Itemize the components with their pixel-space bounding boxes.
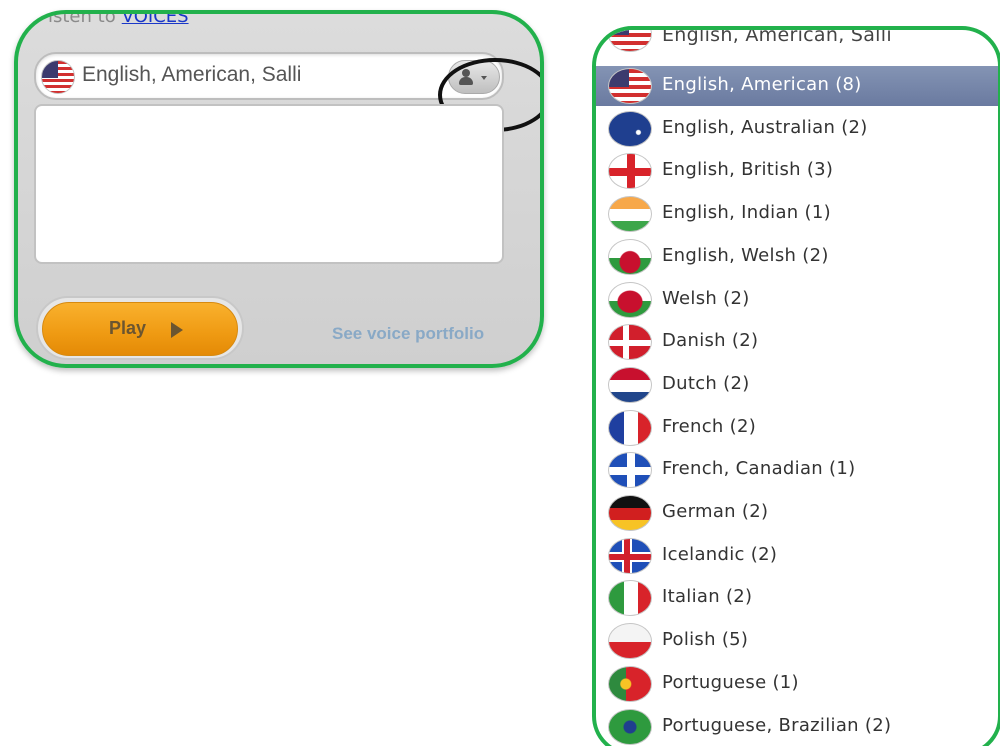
language-option-label: Portuguese, Brazilian (2) bbox=[662, 715, 892, 736]
language-option[interactable]: English, American, Salli bbox=[596, 30, 998, 70]
language-option[interactable]: Dutch (2) bbox=[596, 365, 998, 405]
language-option-label: English, British (3) bbox=[662, 159, 834, 180]
language-option[interactable]: French, Canadian (1) bbox=[596, 450, 998, 490]
flag-it-icon bbox=[608, 580, 652, 616]
listen-prefix: isten to bbox=[48, 10, 116, 27]
language-option[interactable]: Icelandic (2) bbox=[596, 536, 998, 576]
flag-de-icon bbox=[608, 495, 652, 531]
language-option-label: English, American, Salli bbox=[662, 26, 892, 46]
language-option[interactable]: English, British (3) bbox=[596, 151, 998, 191]
language-option-label: Icelandic (2) bbox=[662, 544, 778, 565]
voice-select[interactable]: English, American, Salli bbox=[34, 52, 504, 100]
language-option-label: Welsh (2) bbox=[662, 288, 750, 309]
play-triangle-icon bbox=[171, 322, 183, 338]
flag-in-icon bbox=[608, 196, 652, 232]
flag-gb-icon bbox=[608, 153, 652, 189]
flag-br-icon bbox=[608, 709, 652, 745]
us-flag-icon bbox=[41, 60, 75, 94]
language-option-label: German (2) bbox=[662, 501, 769, 522]
language-option-label: English, American (8) bbox=[662, 74, 862, 95]
flag-au-icon bbox=[608, 111, 652, 147]
language-option-label: Polish (5) bbox=[662, 629, 749, 650]
flag-pt-icon bbox=[608, 666, 652, 702]
language-option[interactable]: French (2) bbox=[596, 408, 998, 448]
language-option[interactable]: Italian (2) bbox=[596, 578, 998, 618]
language-option-label: Italian (2) bbox=[662, 586, 753, 607]
see-voice-portfolio-link[interactable]: See voice portfolio bbox=[332, 324, 484, 344]
language-option[interactable]: Welsh (2) bbox=[596, 280, 998, 320]
flag-qc-icon bbox=[608, 452, 652, 488]
language-option-label: Dutch (2) bbox=[662, 373, 750, 394]
language-option-label: French, Canadian (1) bbox=[662, 458, 856, 479]
language-option[interactable]: English, Indian (1) bbox=[596, 194, 998, 234]
language-option[interactable]: English, Welsh (2) bbox=[596, 237, 998, 277]
language-option-label: English, Indian (1) bbox=[662, 202, 831, 223]
language-option-selected[interactable]: English, American (8) bbox=[596, 66, 998, 106]
play-label: Play bbox=[109, 318, 147, 338]
listen-header: isten to VOICES bbox=[48, 10, 189, 27]
play-button[interactable]: Play bbox=[42, 302, 238, 356]
language-option-label: Danish (2) bbox=[662, 330, 759, 351]
flag-pl-icon bbox=[608, 623, 652, 659]
flag-dk-icon bbox=[608, 324, 652, 360]
language-option[interactable]: Polish (5) bbox=[596, 621, 998, 661]
voice-widget: isten to VOICES English, American, Salli … bbox=[14, 10, 544, 368]
language-dropdown: English, American, Salli English, America… bbox=[592, 26, 1000, 746]
text-input-area[interactable] bbox=[34, 104, 504, 264]
flag-gb-wls-icon bbox=[608, 239, 652, 275]
language-option[interactable]: Portuguese, Brazilian (2) bbox=[596, 707, 998, 746]
language-option-label: English, Australian (2) bbox=[662, 117, 868, 138]
language-option-label: Portuguese (1) bbox=[662, 672, 799, 693]
flag-fr-icon bbox=[608, 410, 652, 446]
voices-link[interactable]: VOICES bbox=[122, 14, 189, 27]
flag-nl-icon bbox=[608, 367, 652, 403]
flag-us-icon bbox=[608, 30, 652, 52]
language-option[interactable]: Portuguese (1) bbox=[596, 664, 998, 704]
selected-voice: English, American, Salli bbox=[82, 63, 302, 86]
language-option-label: English, Welsh (2) bbox=[662, 245, 829, 266]
flag-wls-icon bbox=[608, 282, 652, 318]
stage: isten to VOICES English, American, Salli … bbox=[0, 0, 1000, 746]
flag-is-icon bbox=[608, 538, 652, 574]
flag-us-icon bbox=[608, 68, 652, 104]
language-option[interactable]: English, Australian (2) bbox=[596, 109, 998, 149]
language-option[interactable]: German (2) bbox=[596, 493, 998, 533]
language-option[interactable]: Danish (2) bbox=[596, 322, 998, 362]
language-option-label: French (2) bbox=[662, 416, 757, 437]
